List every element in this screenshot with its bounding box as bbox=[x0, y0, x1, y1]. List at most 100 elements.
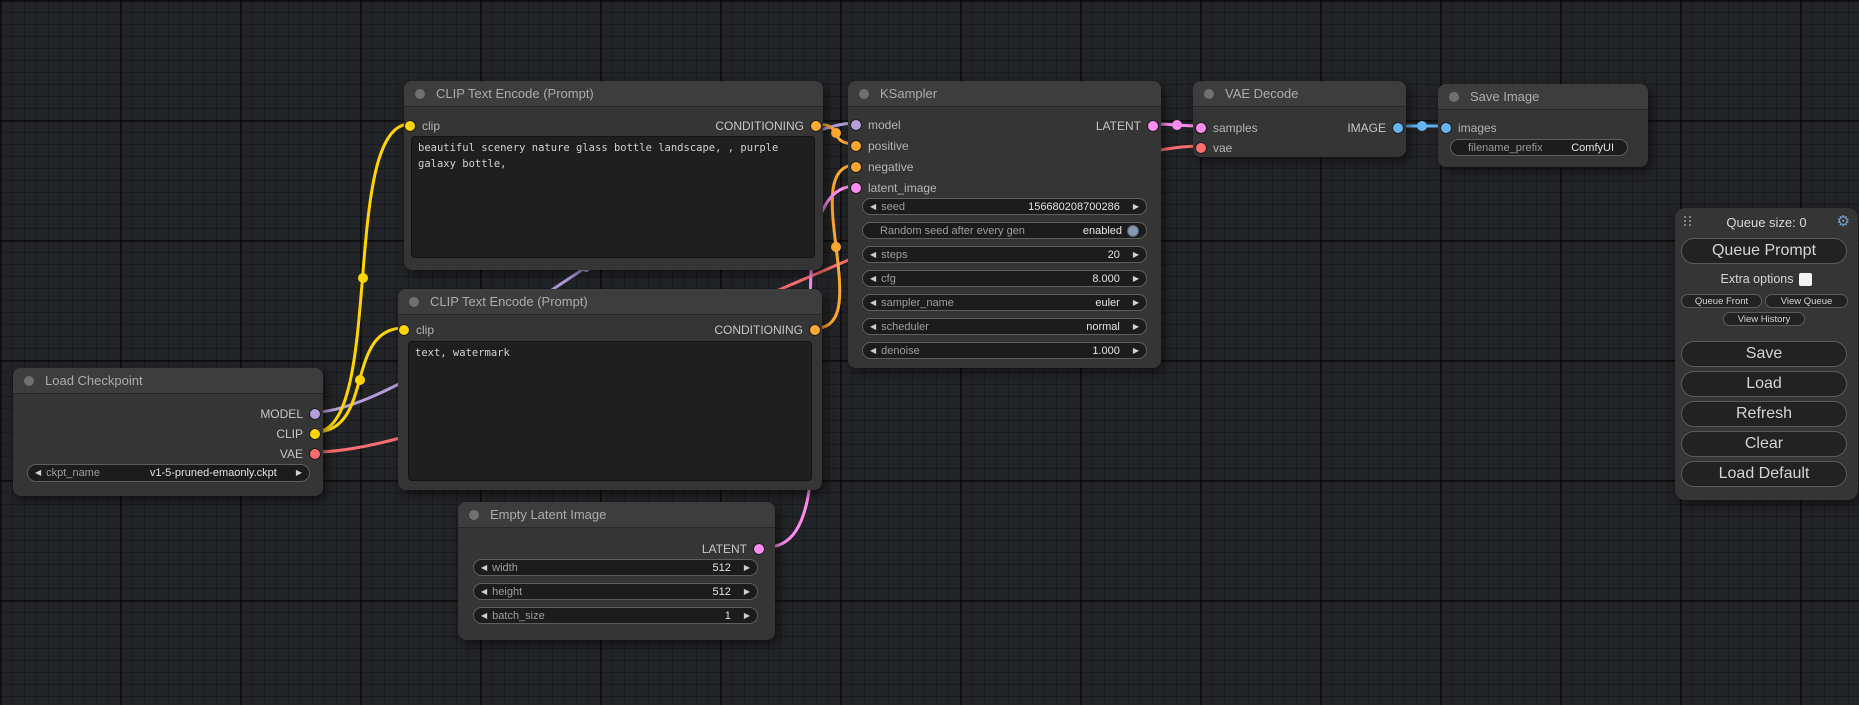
increment-arrow-icon[interactable]: ▶ bbox=[1133, 323, 1139, 331]
increment-arrow-icon[interactable]: ▶ bbox=[744, 564, 750, 572]
output-vae[interactable]: VAE bbox=[280, 447, 320, 461]
sampler-name-widget[interactable]: ◀ sampler_name euler ▶ bbox=[862, 294, 1147, 311]
scheduler-widget[interactable]: ◀ scheduler normal ▶ bbox=[862, 318, 1147, 335]
conditioning-port-dot[interactable] bbox=[811, 121, 821, 131]
increment-arrow-icon[interactable]: ▶ bbox=[1133, 203, 1139, 211]
input-vae[interactable]: vae bbox=[1196, 141, 1232, 155]
node-vae-decode[interactable]: VAE Decode samples vae IMAGE bbox=[1193, 81, 1406, 157]
decrement-arrow-icon[interactable]: ◀ bbox=[35, 469, 41, 477]
filename-prefix-widget[interactable]: filename_prefix ComfyUI bbox=[1450, 139, 1628, 156]
decrement-arrow-icon[interactable]: ◀ bbox=[870, 203, 876, 211]
output-latent[interactable]: LATENT bbox=[1096, 119, 1158, 133]
clip-port-dot[interactable] bbox=[405, 121, 415, 131]
collapse-dot-icon[interactable] bbox=[1449, 92, 1459, 102]
prompt-textarea[interactable]: beautiful scenery nature glass bottle la… bbox=[411, 136, 815, 258]
input-samples[interactable]: samples bbox=[1196, 121, 1258, 135]
toggle-icon[interactable] bbox=[1127, 225, 1139, 237]
latent-port-dot[interactable] bbox=[754, 544, 764, 554]
collapse-dot-icon[interactable] bbox=[24, 376, 34, 386]
queue-front-button[interactable]: Queue Front bbox=[1681, 294, 1762, 308]
input-images[interactable]: images bbox=[1441, 121, 1497, 135]
ckpt-name-widget[interactable]: ◀ ckpt_name v1-5-pruned-emaonly.ckpt ▶ bbox=[27, 464, 310, 482]
input-clip[interactable]: clip bbox=[399, 323, 434, 337]
random-seed-widget[interactable]: Random seed after every gen enabled bbox=[862, 222, 1147, 239]
clear-button[interactable]: Clear bbox=[1681, 431, 1847, 457]
output-conditioning[interactable]: CONDITIONING bbox=[714, 323, 820, 337]
increment-arrow-icon[interactable]: ▶ bbox=[1133, 347, 1139, 355]
clip-port-dot[interactable] bbox=[310, 429, 320, 439]
output-image[interactable]: IMAGE bbox=[1347, 121, 1403, 135]
decrement-arrow-icon[interactable]: ◀ bbox=[870, 323, 876, 331]
decrement-arrow-icon[interactable]: ◀ bbox=[870, 347, 876, 355]
clip-port-dot[interactable] bbox=[399, 325, 409, 335]
view-history-button[interactable]: View History bbox=[1723, 312, 1805, 326]
input-clip[interactable]: clip bbox=[405, 119, 440, 133]
collapse-dot-icon[interactable] bbox=[415, 89, 425, 99]
gear-icon[interactable]: ⚙ bbox=[1837, 212, 1850, 230]
increment-arrow-icon[interactable]: ▶ bbox=[296, 469, 302, 477]
input-latent-image[interactable]: latent_image bbox=[851, 181, 937, 195]
cfg-widget[interactable]: ◀ cfg 8.000 ▶ bbox=[862, 270, 1147, 287]
latent-port-dot[interactable] bbox=[1148, 121, 1158, 131]
increment-arrow-icon[interactable]: ▶ bbox=[1133, 251, 1139, 259]
model-port-dot[interactable] bbox=[310, 409, 320, 419]
decrement-arrow-icon[interactable]: ◀ bbox=[870, 275, 876, 283]
node-title-bar[interactable]: CLIP Text Encode (Prompt) bbox=[404, 81, 823, 107]
save-button[interactable]: Save bbox=[1681, 341, 1847, 367]
input-negative[interactable]: negative bbox=[851, 160, 913, 174]
latent-port-dot[interactable] bbox=[1196, 123, 1206, 133]
node-ksampler[interactable]: KSampler model positive negative latent_… bbox=[848, 81, 1161, 368]
output-conditioning[interactable]: CONDITIONING bbox=[715, 119, 821, 133]
collapse-dot-icon[interactable] bbox=[859, 89, 869, 99]
width-widget[interactable]: ◀ width 512 ▶ bbox=[473, 559, 758, 576]
increment-arrow-icon[interactable]: ▶ bbox=[744, 588, 750, 596]
node-load-checkpoint[interactable]: Load Checkpoint MODEL CLIP VAE ◀ ckpt_na… bbox=[13, 368, 323, 496]
collapse-dot-icon[interactable] bbox=[1204, 89, 1214, 99]
output-model[interactable]: MODEL bbox=[260, 407, 320, 421]
conditioning-port-dot[interactable] bbox=[810, 325, 820, 335]
drag-handle-icon[interactable] bbox=[1684, 216, 1692, 226]
node-title-bar[interactable]: CLIP Text Encode (Prompt) bbox=[398, 289, 822, 315]
image-port-dot[interactable] bbox=[1393, 123, 1403, 133]
increment-arrow-icon[interactable]: ▶ bbox=[1133, 299, 1139, 307]
steps-widget[interactable]: ◀ steps 20 ▶ bbox=[862, 246, 1147, 263]
conditioning-port-dot[interactable] bbox=[851, 141, 861, 151]
collapse-dot-icon[interactable] bbox=[469, 510, 479, 520]
increment-arrow-icon[interactable]: ▶ bbox=[1133, 275, 1139, 283]
queue-panel[interactable]: Queue size: 0 ⚙ Queue Prompt Extra optio… bbox=[1675, 208, 1858, 500]
collapse-dot-icon[interactable] bbox=[409, 297, 419, 307]
node-clip-text-encode-positive[interactable]: CLIP Text Encode (Prompt) clip CONDITION… bbox=[404, 81, 823, 270]
image-port-dot[interactable] bbox=[1441, 123, 1451, 133]
load-default-button[interactable]: Load Default bbox=[1681, 461, 1847, 487]
node-save-image[interactable]: Save Image images filename_prefix ComfyU… bbox=[1438, 84, 1648, 167]
view-queue-button[interactable]: View Queue bbox=[1765, 294, 1848, 308]
latent-port-dot[interactable] bbox=[851, 183, 861, 193]
batch-size-widget[interactable]: ◀ batch_size 1 ▶ bbox=[473, 607, 758, 624]
vae-port-dot[interactable] bbox=[1196, 143, 1206, 153]
output-latent[interactable]: LATENT bbox=[702, 542, 764, 556]
node-title-bar[interactable]: Save Image bbox=[1438, 84, 1648, 110]
vae-port-dot[interactable] bbox=[310, 449, 320, 459]
conditioning-port-dot[interactable] bbox=[851, 162, 861, 172]
refresh-button[interactable]: Refresh bbox=[1681, 401, 1847, 427]
node-title-bar[interactable]: Empty Latent Image bbox=[458, 502, 775, 528]
input-positive[interactable]: positive bbox=[851, 139, 909, 153]
node-title-bar[interactable]: Load Checkpoint bbox=[13, 368, 323, 394]
node-title-bar[interactable]: VAE Decode bbox=[1193, 81, 1406, 107]
decrement-arrow-icon[interactable]: ◀ bbox=[481, 588, 487, 596]
increment-arrow-icon[interactable]: ▶ bbox=[744, 612, 750, 620]
node-title-bar[interactable]: KSampler bbox=[848, 81, 1161, 107]
decrement-arrow-icon[interactable]: ◀ bbox=[870, 299, 876, 307]
load-button[interactable]: Load bbox=[1681, 371, 1847, 397]
extra-options-checkbox[interactable] bbox=[1799, 273, 1812, 286]
seed-widget[interactable]: ◀ seed 156680208700286 ▶ bbox=[862, 198, 1147, 215]
decrement-arrow-icon[interactable]: ◀ bbox=[870, 251, 876, 259]
input-model[interactable]: model bbox=[851, 118, 901, 132]
output-clip[interactable]: CLIP bbox=[276, 427, 320, 441]
model-port-dot[interactable] bbox=[851, 120, 861, 130]
node-empty-latent-image[interactable]: Empty Latent Image LATENT ◀ width 512 ▶ … bbox=[458, 502, 775, 640]
denoise-widget[interactable]: ◀ denoise 1.000 ▶ bbox=[862, 342, 1147, 359]
node-graph-canvas[interactable]: Load Checkpoint MODEL CLIP VAE ◀ ckpt_na… bbox=[0, 0, 1859, 705]
prompt-textarea[interactable]: text, watermark bbox=[408, 341, 812, 481]
height-widget[interactable]: ◀ height 512 ▶ bbox=[473, 583, 758, 600]
